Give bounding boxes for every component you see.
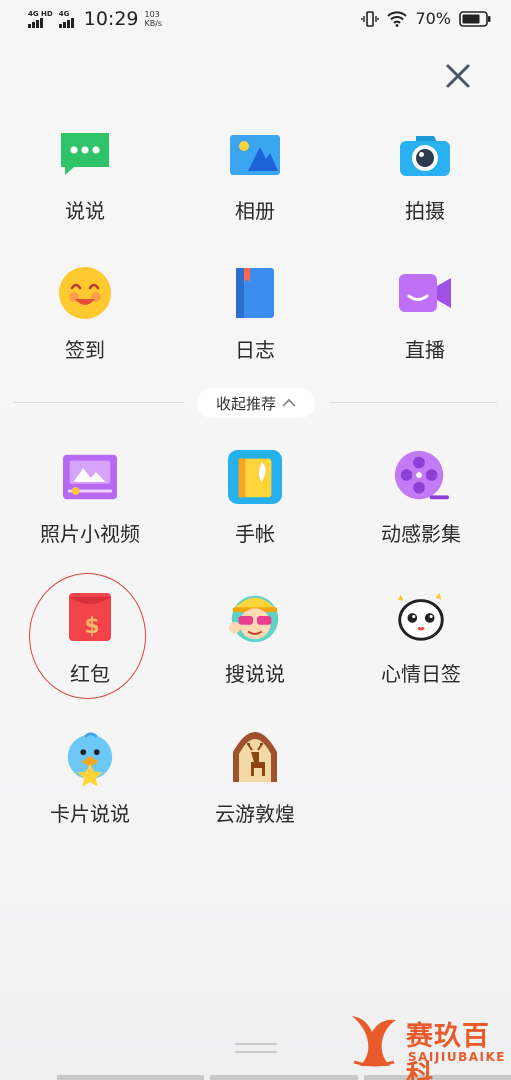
- clock: 10:29: [83, 8, 139, 30]
- film-reel-icon: [393, 449, 449, 505]
- live-video-icon: [397, 265, 453, 321]
- red-envelope-icon: $: [62, 589, 118, 645]
- item-label: 说说: [65, 199, 105, 223]
- chevron-up-icon: [282, 398, 296, 407]
- post-mood-item[interactable]: 说说: [15, 126, 155, 224]
- item-label: 相册: [235, 199, 275, 223]
- dunhuang-item[interactable]: 云游敦煌: [185, 729, 325, 827]
- divider-right: [329, 402, 497, 403]
- search-posts-item[interactable]: 搜说说: [185, 589, 325, 687]
- signal-bars-icon: [28, 18, 43, 28]
- collapse-label: 收起推荐: [215, 394, 276, 413]
- item-label: 照片小视频: [40, 522, 140, 546]
- close-button[interactable]: [440, 58, 476, 94]
- vibrate-icon: [361, 10, 380, 27]
- item-label: 拍摄: [405, 199, 445, 223]
- photo-video-icon: [62, 449, 118, 505]
- speed-value: 103: [144, 10, 160, 19]
- notebook-item[interactable]: 手帐: [185, 449, 325, 547]
- watermark: 赛玖百科 SAIJIUBAIKE: [346, 1012, 506, 1080]
- checkin-item[interactable]: 签到: [15, 265, 155, 363]
- whale-tail-icon: [352, 1016, 396, 1067]
- bird-card-icon: [62, 729, 118, 786]
- smiley-icon: [57, 265, 113, 321]
- live-item[interactable]: 直播: [355, 265, 495, 363]
- album-item[interactable]: 相册: [185, 126, 325, 224]
- speed-unit: KB/s: [144, 19, 163, 28]
- svg-text:$: $: [84, 614, 99, 639]
- sim1-label: 4G HD: [28, 10, 53, 18]
- sim2-signal: 4G: [58, 10, 74, 28]
- dunhuang-deer-icon: [227, 729, 283, 785]
- sunglasses-avatar-icon: [227, 589, 283, 645]
- mood-sign-item[interactable]: 心情日签: [351, 589, 491, 687]
- item-label: 搜说说: [225, 662, 285, 686]
- camera-icon: [397, 126, 453, 182]
- watermark-main: 赛玖百科: [406, 1021, 490, 1080]
- sim1-signal: 4G HD: [28, 10, 53, 28]
- status-bar: 4G HD 4G 10:29 103 KB/s 70%: [0, 0, 511, 40]
- journal-icon: [227, 265, 283, 321]
- item-label: 直播: [405, 338, 445, 362]
- camera-item[interactable]: 拍摄: [355, 126, 495, 224]
- item-label: 卡片说说: [50, 802, 130, 826]
- item-label: 红包: [70, 662, 110, 686]
- item-label: 日志: [235, 338, 275, 362]
- item-label: 手帐: [235, 522, 275, 546]
- network-speed: 103 KB/s: [145, 10, 163, 28]
- mood-face-icon: [393, 589, 449, 645]
- notebook-icon: [227, 449, 283, 505]
- chat-bubble-icon: [57, 126, 113, 182]
- item-label: 云游敦煌: [215, 802, 295, 826]
- photo-video-item[interactable]: 照片小视频: [20, 449, 160, 547]
- sim2-label: 4G: [58, 10, 70, 18]
- watermark-sub: SAIJIUBAIKE: [408, 1050, 506, 1064]
- album-icon: [227, 126, 283, 182]
- drag-handle[interactable]: [235, 1043, 277, 1059]
- battery-icon: [459, 10, 491, 27]
- wifi-icon: [387, 10, 408, 27]
- red-envelope-item[interactable]: $ 红包: [20, 589, 160, 687]
- item-label: 签到: [65, 338, 105, 362]
- divider-left: [14, 402, 184, 403]
- dynamic-album-item[interactable]: 动感影集: [351, 449, 491, 547]
- battery-percent: 70%: [415, 9, 451, 28]
- journal-item[interactable]: 日志: [185, 265, 325, 363]
- item-label: 心情日签: [381, 662, 461, 686]
- close-icon: [446, 64, 470, 88]
- collapse-recommend-button[interactable]: 收起推荐: [197, 388, 315, 418]
- signal-bars-icon: [58, 18, 74, 28]
- card-post-item[interactable]: 卡片说说: [20, 729, 160, 827]
- item-label: 动感影集: [381, 522, 461, 546]
